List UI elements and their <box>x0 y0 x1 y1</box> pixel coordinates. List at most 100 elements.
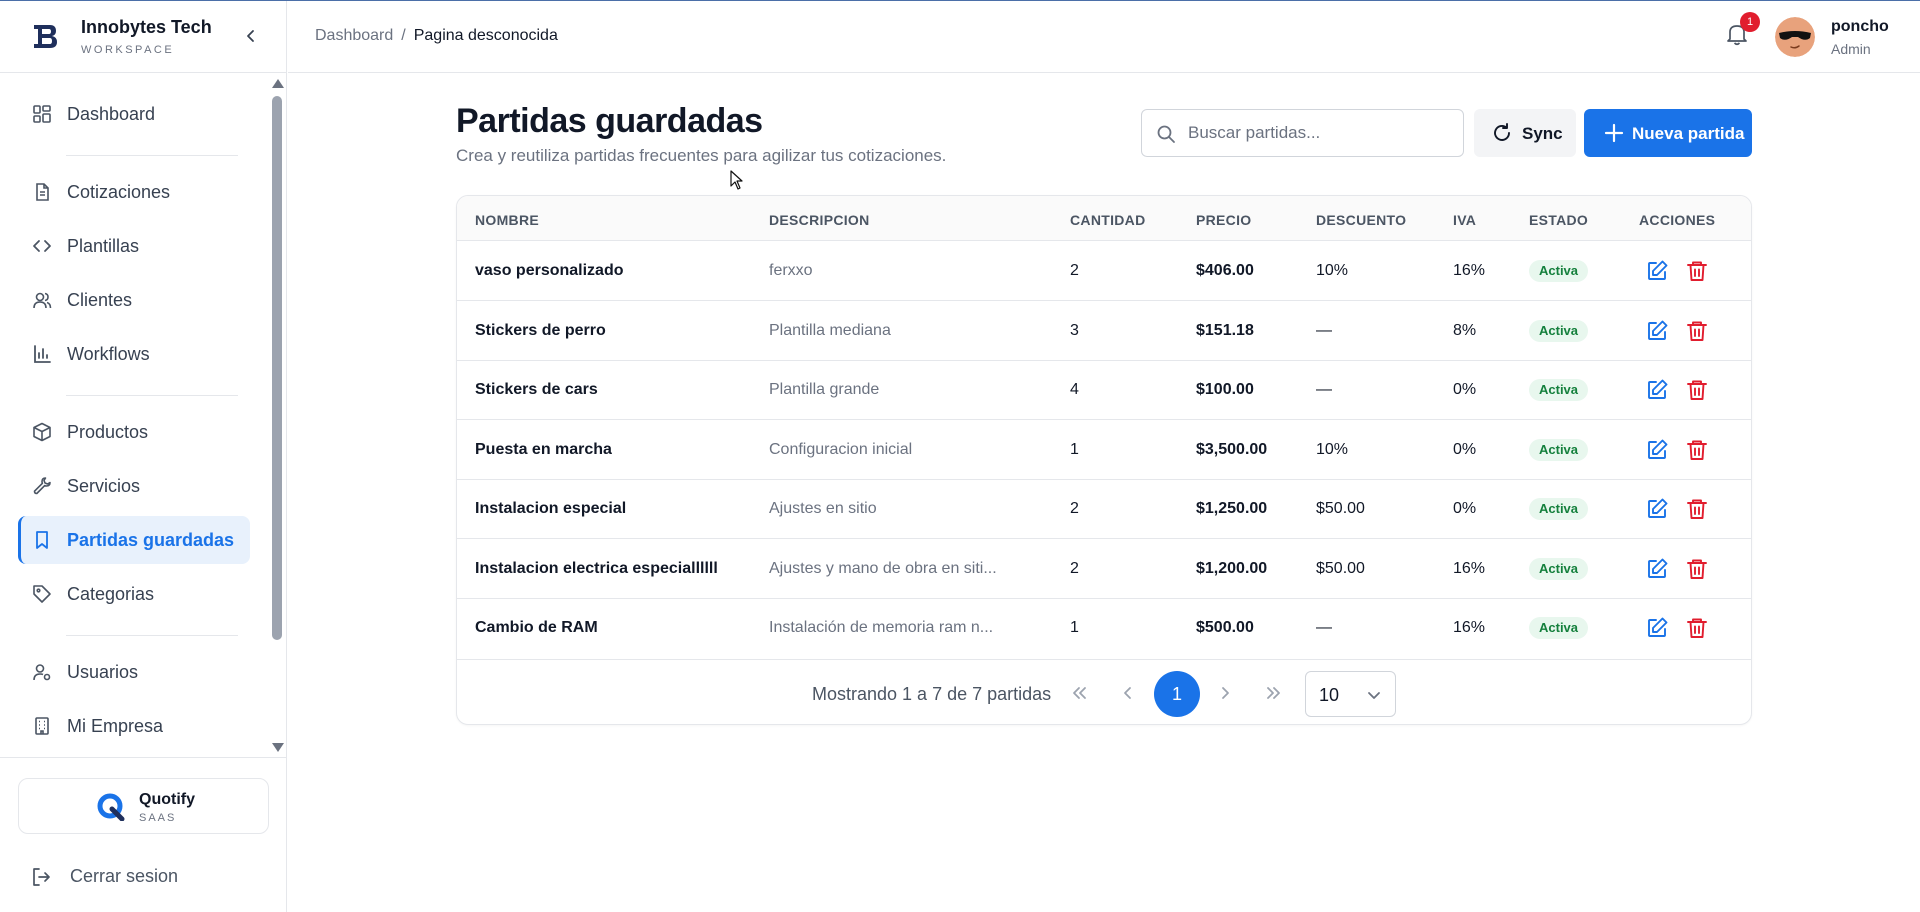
sidebar-item-workflows[interactable]: Workflows <box>18 330 250 378</box>
scroll-up-arrow-icon[interactable] <box>272 79 284 88</box>
table-row[interactable]: Puesta en marcha Configuracion inicial 1… <box>457 420 1751 480</box>
delete-button[interactable] <box>1685 259 1709 283</box>
status-badge: Activa <box>1529 379 1589 401</box>
collapse-sidebar-button[interactable] <box>241 26 261 46</box>
trash-icon <box>1687 559 1707 579</box>
double-chevron-right-icon <box>1267 687 1280 699</box>
column-header-descripcion: DESCRIPCION <box>769 212 870 228</box>
cell-descripcion: Plantilla mediana <box>769 322 891 339</box>
edit-button[interactable] <box>1645 557 1669 581</box>
last-page-button[interactable] <box>1262 681 1286 705</box>
delete-button[interactable] <box>1685 438 1709 462</box>
delete-button[interactable] <box>1685 616 1709 640</box>
sidebar-item-label: Servicios <box>67 476 141 496</box>
sidebar-scrollbar[interactable] <box>270 79 284 755</box>
chevron-right-icon <box>1222 687 1229 699</box>
cell-cantidad: 2 <box>1070 560 1079 577</box>
table-row[interactable]: Stickers de perro Plantilla mediana 3 $1… <box>457 301 1751 361</box>
scroll-down-arrow-icon[interactable] <box>272 743 284 752</box>
delete-button[interactable] <box>1685 319 1709 343</box>
sidebar-item-cotizaciones[interactable]: Cotizaciones <box>18 168 250 216</box>
edit-button[interactable] <box>1645 259 1669 283</box>
status-badge: Activa <box>1529 320 1589 342</box>
first-page-button[interactable] <box>1067 681 1091 705</box>
column-header-nombre: NOMBRE <box>475 212 540 228</box>
table-row[interactable]: Instalacion electrica especiallllll Ajus… <box>457 539 1751 599</box>
quotify-logo <box>97 793 125 821</box>
sidebar-item-label: Clientes <box>67 290 133 310</box>
edit-button[interactable] <box>1645 378 1669 402</box>
delete-button[interactable] <box>1685 378 1709 402</box>
cell-nombre: Puesta en marcha <box>475 441 612 458</box>
sync-button[interactable]: Sync <box>1474 109 1576 157</box>
pagination: Mostrando 1 a 7 de 7 partidas 1 10 <box>457 659 1751 724</box>
user-role: Admin <box>1831 41 1871 57</box>
sidebar-item-servicios[interactable]: Servicios <box>18 462 250 510</box>
table-row[interactable]: Cambio de RAM Instalación de memoria ram… <box>457 598 1751 658</box>
sidebar-item-productos[interactable]: Productos <box>18 408 250 456</box>
sidebar-footer: Quotify SAAS Cerrar sesion <box>0 757 287 912</box>
cell-cantidad: 2 <box>1070 262 1079 279</box>
column-header-precio: PRECIO <box>1196 212 1252 228</box>
nav-divider <box>66 155 238 156</box>
notification-badge: 1 <box>1740 12 1760 32</box>
table-row[interactable]: vaso personalizado ferxxo 2 $406.00 10% … <box>457 241 1751 301</box>
cell-nombre: vaso personalizado <box>475 262 624 279</box>
cell-iva: 0% <box>1453 500 1477 517</box>
sidebar-item-label: Cotizaciones <box>67 182 171 202</box>
logout-button[interactable]: Cerrar sesion <box>30 862 270 892</box>
breadcrumb-separator: / <box>401 27 406 44</box>
nav-divider <box>66 395 238 396</box>
table-row[interactable]: Instalacion especial Ajustes en sitio 2 … <box>457 479 1751 539</box>
trash-icon <box>1687 440 1707 460</box>
edit-button[interactable] <box>1645 497 1669 521</box>
scrollbar-thumb[interactable] <box>272 96 282 640</box>
cell-descripcion: Ajustes y mano de obra en siti... <box>769 560 997 577</box>
avatar[interactable] <box>1775 17 1815 57</box>
sidebar-item-categorias[interactable]: Categorias <box>18 570 250 618</box>
brand-name: Innobytes Tech <box>81 17 212 37</box>
sidebar-item-label: Dashboard <box>67 104 156 124</box>
sidebar-item-mi-empresa[interactable]: Mi Empresa <box>18 702 250 750</box>
table-row[interactable]: Stickers de cars Plantilla grande 4 $100… <box>457 360 1751 420</box>
quotify-subtitle: SAAS <box>139 812 177 824</box>
edit-button[interactable] <box>1645 438 1669 462</box>
new-partida-button[interactable]: Nueva partida <box>1584 109 1752 157</box>
sidebar-item-dashboard[interactable]: Dashboard <box>18 90 250 138</box>
next-page-button[interactable] <box>1213 681 1237 705</box>
edit-icon <box>1648 558 1668 578</box>
partidas-table-card: NOMBRE DESCRIPCION CANTIDAD PRECIO DESCU… <box>456 195 1752 725</box>
sidebar-item-plantillas[interactable]: Plantillas <box>18 222 250 270</box>
box-icon <box>32 422 52 442</box>
search-input[interactable] <box>1188 110 1458 156</box>
user-cog-icon <box>32 662 52 682</box>
cell-descuento: — <box>1316 322 1332 339</box>
brand-subtitle: WORKSPACE <box>81 44 175 56</box>
delete-button[interactable] <box>1685 497 1709 521</box>
status-badge: Activa <box>1529 439 1589 461</box>
cell-descripcion: Instalación de memoria ram n... <box>769 619 994 636</box>
previous-page-button[interactable] <box>1116 681 1140 705</box>
search-icon <box>1156 124 1176 144</box>
cell-cantidad: 4 <box>1070 381 1079 398</box>
sidebar-item-partidas-guardadas[interactable]: Partidas guardadas <box>18 516 250 564</box>
edit-button[interactable] <box>1645 319 1669 343</box>
cell-iva: 0% <box>1453 381 1477 398</box>
cell-nombre: Stickers de perro <box>475 322 606 339</box>
sidebar-item-clientes[interactable]: Clientes <box>18 276 250 324</box>
sidebar-item-label: Usuarios <box>67 662 139 682</box>
cell-nombre: Instalacion electrica especiallllll <box>475 560 718 577</box>
sync-label: Sync <box>1522 124 1563 143</box>
page-size-select[interactable]: 10 <box>1305 671 1396 717</box>
edit-button[interactable] <box>1645 616 1669 640</box>
quotify-card[interactable]: Quotify SAAS <box>18 778 269 834</box>
delete-button[interactable] <box>1685 557 1709 581</box>
cell-iva: 8% <box>1453 322 1477 339</box>
cell-cantidad: 3 <box>1070 322 1079 339</box>
chevron-left-icon <box>247 30 254 42</box>
sidebar-item-usuarios[interactable]: Usuarios <box>18 648 250 696</box>
cell-nombre: Instalacion especial <box>475 500 627 517</box>
breadcrumb-root-link[interactable]: Dashboard <box>315 27 393 44</box>
page-1-button[interactable]: 1 <box>1154 671 1200 717</box>
tag-icon <box>32 584 52 604</box>
